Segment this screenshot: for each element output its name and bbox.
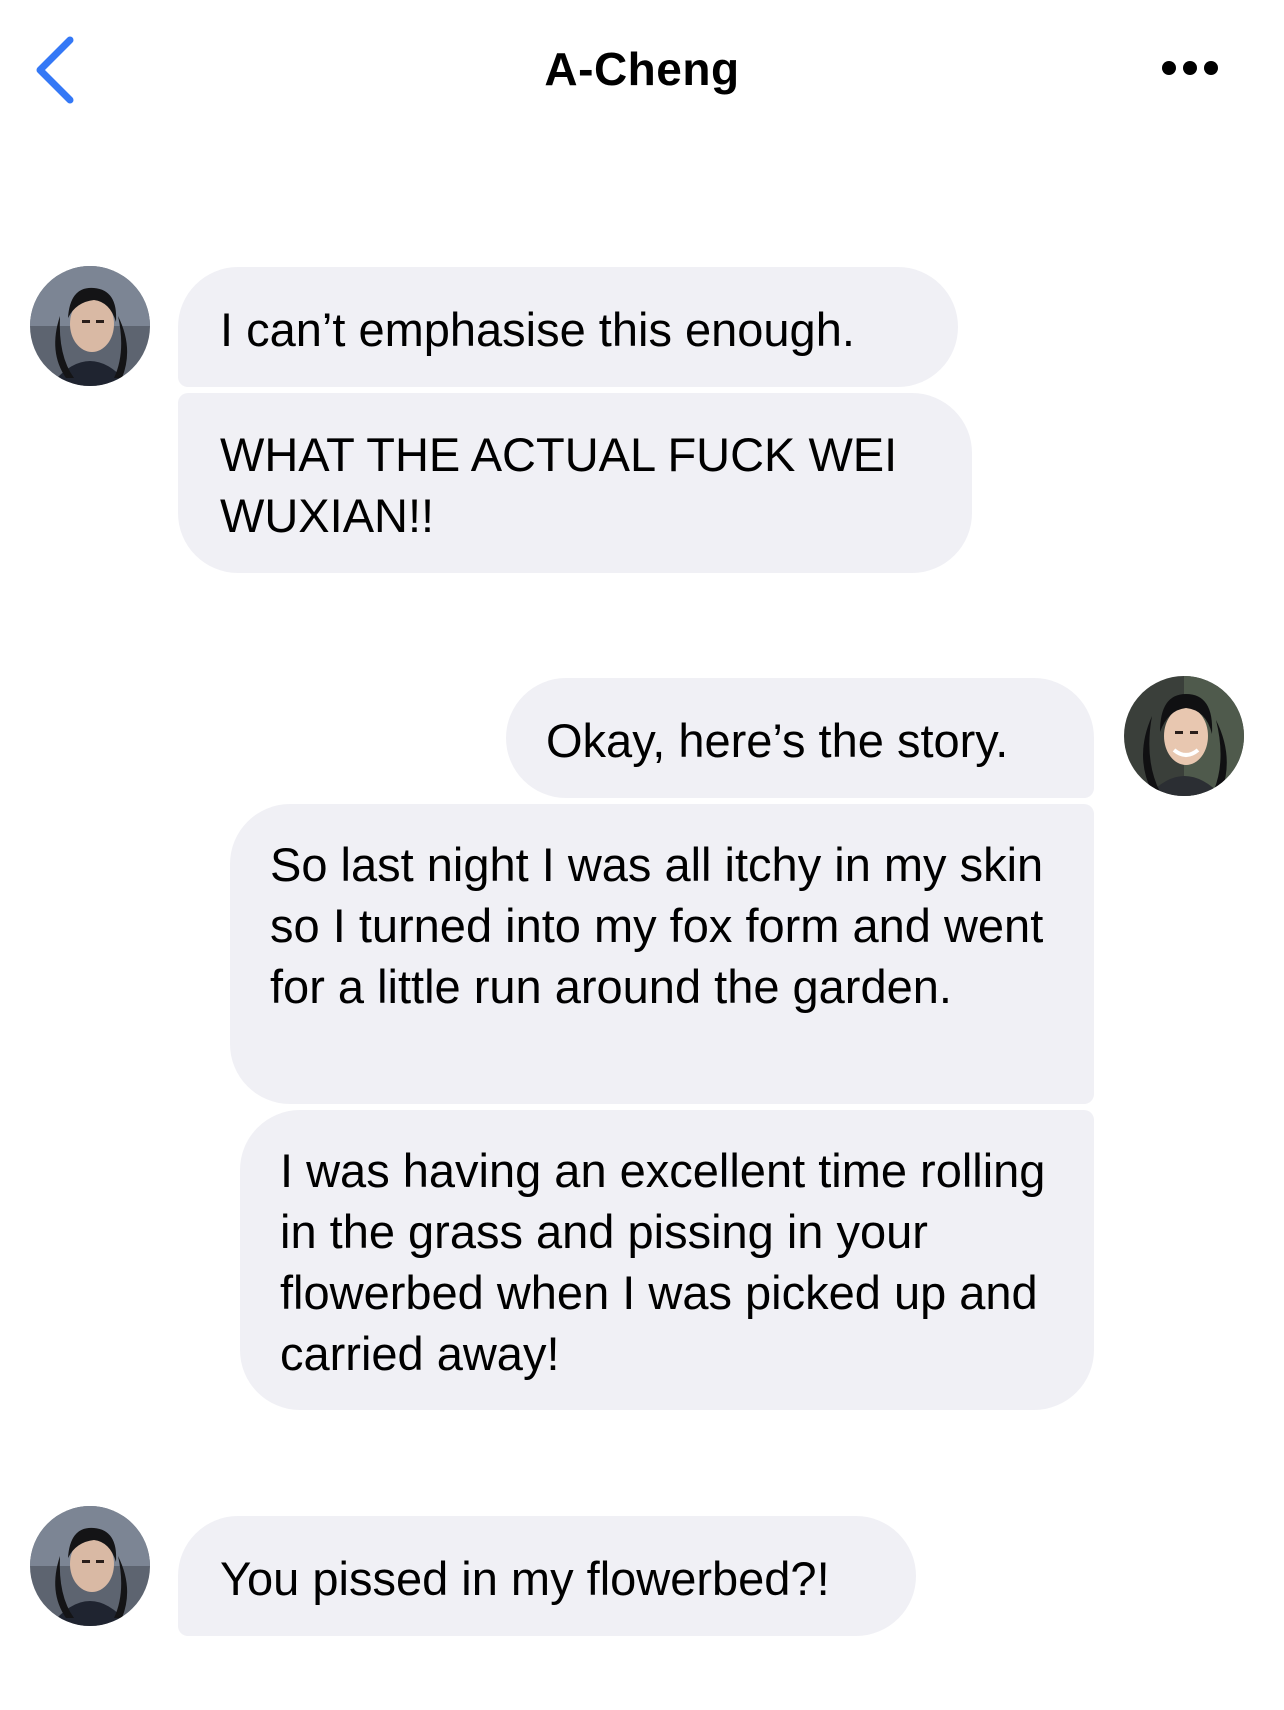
message-bubble-sent: I was having an excellent time rolling i… [240, 1110, 1094, 1410]
page-title: A-Cheng [544, 43, 740, 95]
message-bubble-sent: So last night I was all itchy in my skin… [230, 804, 1094, 1104]
message-text: Okay, here’s the story. [546, 714, 1009, 767]
contact-avatar[interactable] [30, 266, 150, 386]
message-bubble-received: WHAT THE ACTUAL FUCK WEI WUXIAN!! [178, 393, 972, 573]
message-text: You pissed in my flowerbed?! [220, 1552, 830, 1605]
message-bubble-received: I can’t emphasise this enough. [178, 267, 958, 387]
user-avatar[interactable] [1124, 676, 1244, 796]
message-text: I can’t emphasise this enough. [220, 303, 855, 356]
message-text: So last night I was all itchy in my skin… [270, 838, 1044, 1013]
message-bubble-sent: Okay, here’s the story. [506, 678, 1094, 798]
ellipsis-icon [1162, 61, 1218, 75]
message-text: WHAT THE ACTUAL FUCK WEI WUXIAN!! [220, 428, 898, 542]
chat-header: A-Cheng [0, 0, 1284, 140]
contact-avatar[interactable] [30, 1506, 150, 1626]
more-options-button[interactable] [1150, 50, 1230, 86]
message-text: I was having an excellent time rolling i… [280, 1144, 1046, 1380]
message-bubble-received: You pissed in my flowerbed?! [178, 1516, 916, 1636]
